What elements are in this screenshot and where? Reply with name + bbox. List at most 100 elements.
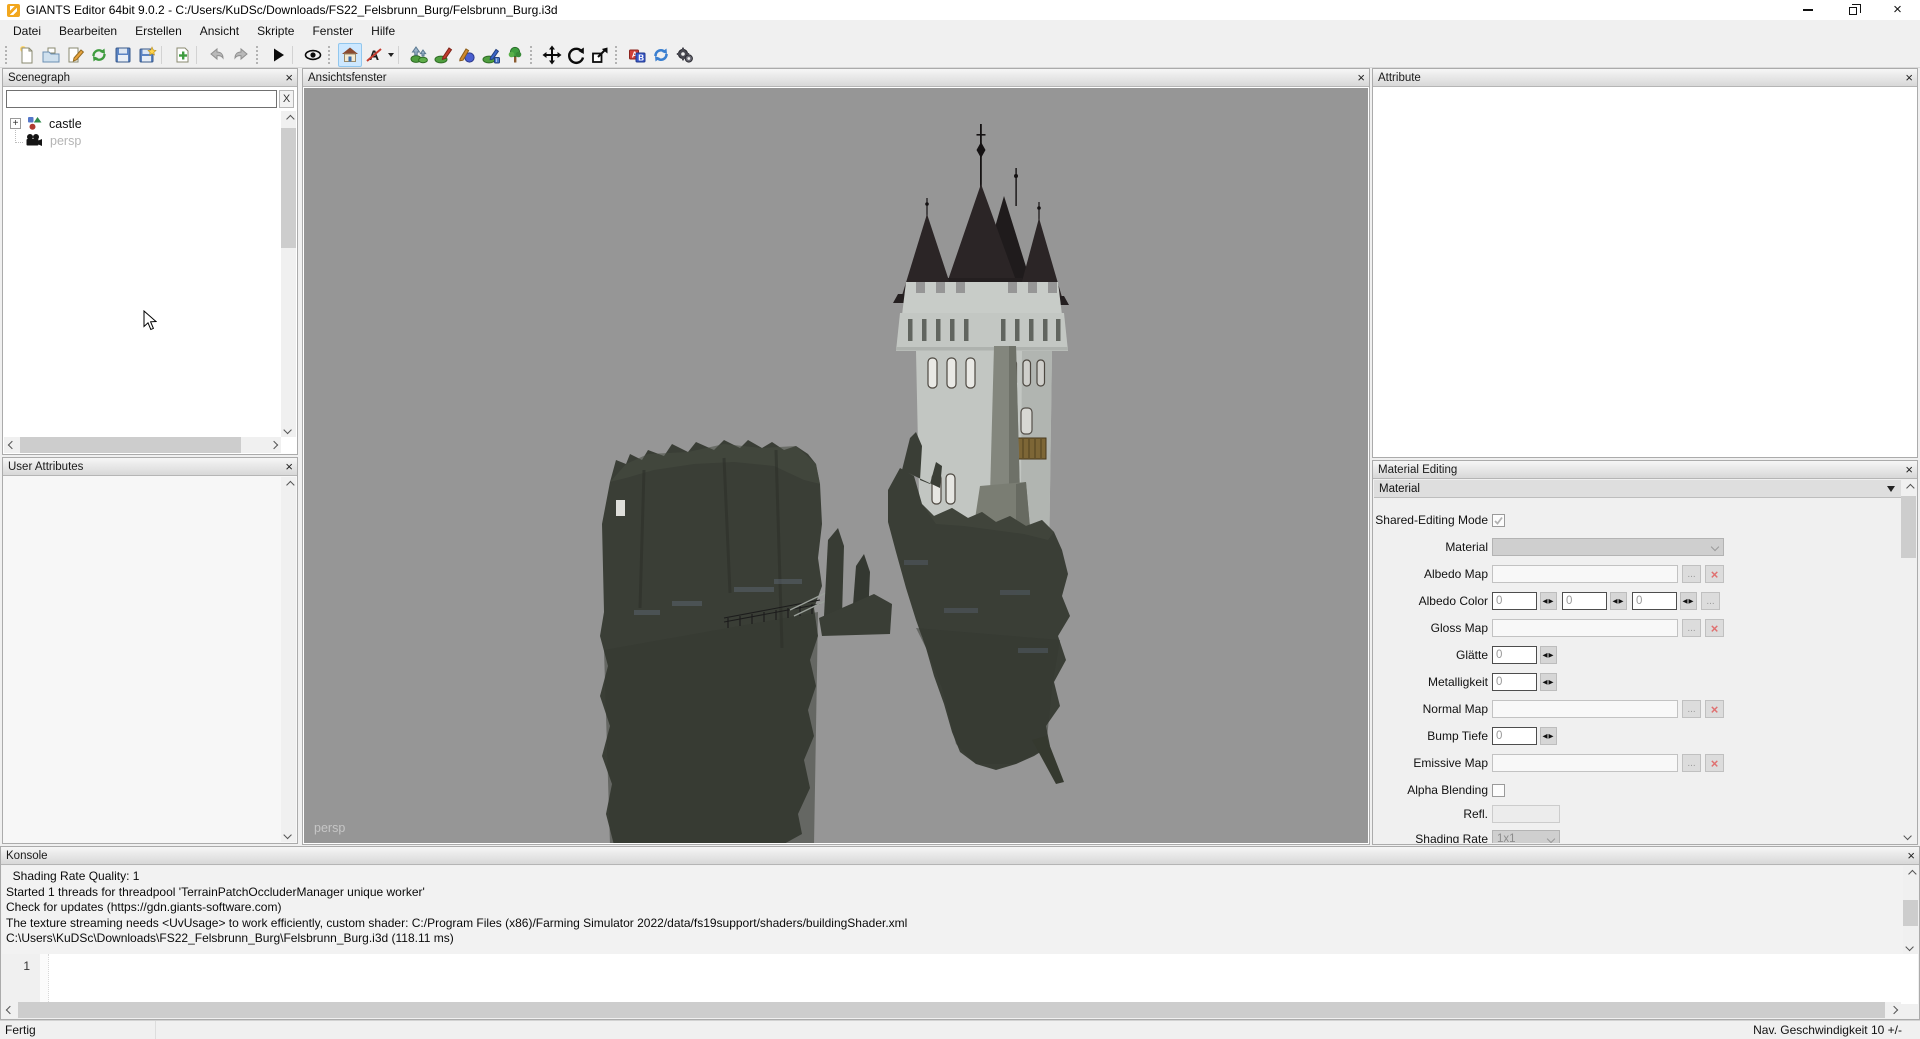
shared-editing-checkbox[interactable]: [1492, 514, 1505, 527]
close-button[interactable]: ×: [1875, 0, 1920, 20]
browse-button[interactable]: ...: [1682, 754, 1701, 772]
material-vscrollbar[interactable]: [1901, 480, 1916, 843]
tree-node-persp[interactable]: persp: [4, 132, 281, 149]
glaette-input[interactable]: 0: [1492, 646, 1537, 664]
material-section-header[interactable]: Material: [1374, 480, 1901, 498]
reload-shaders-button[interactable]: [649, 43, 673, 67]
search-clear-button[interactable]: X: [279, 90, 294, 108]
scenegraph-search-input[interactable]: [6, 90, 277, 108]
script-input-area[interactable]: [49, 954, 1918, 1004]
minimize-button[interactable]: [1785, 0, 1830, 20]
scenegraph-hscrollbar[interactable]: [4, 437, 281, 453]
menu-hilfe[interactable]: Hilfe: [362, 22, 404, 40]
albedo-r-input[interactable]: 0: [1492, 592, 1537, 610]
save-file-button[interactable]: [111, 43, 135, 67]
export-file-button[interactable]: [135, 43, 159, 67]
scroll-thumb[interactable]: [20, 437, 241, 453]
scroll-up-icon[interactable]: [281, 477, 296, 492]
spinner-control[interactable]: ◀▶: [1680, 592, 1697, 610]
console-header[interactable]: Konsole ×: [1, 847, 1919, 865]
close-icon[interactable]: ×: [1905, 462, 1913, 477]
metalligkeit-input[interactable]: 0: [1492, 673, 1537, 691]
material-editing-header[interactable]: Material Editing ×: [1373, 461, 1917, 479]
menu-skripte[interactable]: Skripte: [248, 22, 303, 40]
terrain-mode-caret[interactable]: [386, 43, 396, 67]
redo-button[interactable]: [229, 43, 253, 67]
scenegraph-header[interactable]: Scenegraph ×: [3, 69, 297, 87]
expand-icon[interactable]: +: [10, 118, 21, 129]
scroll-left-icon[interactable]: [2, 1002, 17, 1017]
bump-tiefe-input[interactable]: 0: [1492, 727, 1537, 745]
browse-button[interactable]: ...: [1682, 565, 1701, 583]
spinner-control[interactable]: ◀▶: [1610, 592, 1627, 610]
scroll-up-icon[interactable]: [1901, 480, 1916, 495]
scroll-thumb[interactable]: [281, 128, 296, 248]
terrain-smooth-button[interactable]: [431, 43, 455, 67]
close-icon[interactable]: ×: [285, 70, 293, 85]
terrain-paint-button[interactable]: [455, 43, 479, 67]
emissive-map-input[interactable]: [1492, 754, 1678, 772]
menu-ansicht[interactable]: Ansicht: [191, 22, 248, 40]
spinner-control[interactable]: ◀▶: [1540, 592, 1557, 610]
close-icon[interactable]: ×: [285, 459, 293, 474]
editor-settings-button[interactable]: [673, 43, 697, 67]
visibility-button[interactable]: [301, 43, 325, 67]
tree-node-castle[interactable]: + castle: [4, 115, 281, 132]
new-file-button[interactable]: [15, 43, 39, 67]
shading-rate-dropdown[interactable]: 1x1: [1492, 830, 1560, 843]
scroll-thumb[interactable]: [1903, 900, 1918, 926]
add-reference-button[interactable]: [170, 43, 194, 67]
user-attributes-vscrollbar[interactable]: [281, 477, 296, 842]
gloss-map-input[interactable]: [1492, 619, 1678, 637]
scroll-down-icon[interactable]: [1903, 939, 1918, 954]
scale-tool-button[interactable]: [588, 43, 612, 67]
menu-datei[interactable]: Datei: [4, 22, 50, 40]
albedo-map-input[interactable]: [1492, 565, 1678, 583]
scroll-up-icon[interactable]: [1903, 866, 1918, 881]
close-icon[interactable]: ×: [1905, 70, 1913, 85]
terrain-detail-button[interactable]: i: [479, 43, 503, 67]
albedo-b-input[interactable]: 0: [1632, 592, 1677, 610]
translate-tool-button[interactable]: [540, 43, 564, 67]
terrain-edit-off-button[interactable]: A: [362, 43, 386, 67]
close-icon[interactable]: ×: [1357, 70, 1365, 85]
color-picker-button[interactable]: ...: [1701, 592, 1720, 610]
scroll-right-icon[interactable]: [266, 437, 281, 452]
browse-button[interactable]: ...: [1682, 700, 1701, 718]
normal-map-input[interactable]: [1492, 700, 1678, 718]
object-labels-button[interactable]: AB: [625, 43, 649, 67]
rotate-tool-button[interactable]: [564, 43, 588, 67]
scroll-thumb[interactable]: [18, 1002, 1885, 1018]
clear-map-button[interactable]: ×: [1705, 619, 1724, 637]
scroll-thumb[interactable]: [1901, 496, 1916, 558]
spinner-control[interactable]: ◀▶: [1540, 673, 1557, 691]
browse-button[interactable]: ...: [1682, 619, 1701, 637]
scroll-down-icon[interactable]: [281, 422, 296, 437]
reload-file-button[interactable]: [87, 43, 111, 67]
viewport-3d-canvas[interactable]: persp: [304, 88, 1368, 843]
albedo-g-input[interactable]: 0: [1562, 592, 1607, 610]
frame-home-button[interactable]: [338, 43, 362, 67]
console-hscrollbar[interactable]: [2, 1002, 1901, 1018]
edit-file-button[interactable]: [63, 43, 87, 67]
scroll-down-icon[interactable]: [281, 827, 296, 842]
foliage-button[interactable]: [503, 43, 527, 67]
clear-map-button[interactable]: ×: [1705, 754, 1724, 772]
scenegraph-vscrollbar[interactable]: [281, 111, 296, 437]
clear-map-button[interactable]: ×: [1705, 700, 1724, 718]
scroll-left-icon[interactable]: [4, 437, 19, 452]
viewport-header[interactable]: Ansichtsfenster ×: [303, 69, 1369, 87]
scroll-right-icon[interactable]: [1886, 1002, 1901, 1017]
menu-bearbeiten[interactable]: Bearbeiten: [50, 22, 126, 40]
attribute-header[interactable]: Attribute ×: [1373, 69, 1917, 87]
console-log[interactable]: Shading Rate Quality: 1 Started 1 thread…: [2, 866, 1903, 954]
scenegraph-tree[interactable]: + castle persp: [4, 111, 281, 437]
menu-erstellen[interactable]: Erstellen: [126, 22, 191, 40]
alpha-blending-checkbox[interactable]: [1492, 784, 1505, 797]
refl-input[interactable]: [1492, 805, 1560, 823]
scroll-down-icon[interactable]: [1901, 828, 1916, 843]
scroll-up-icon[interactable]: [281, 111, 296, 126]
material-dropdown[interactable]: [1492, 538, 1724, 556]
script-editor[interactable]: 1: [2, 954, 1918, 1004]
play-button[interactable]: [266, 43, 290, 67]
